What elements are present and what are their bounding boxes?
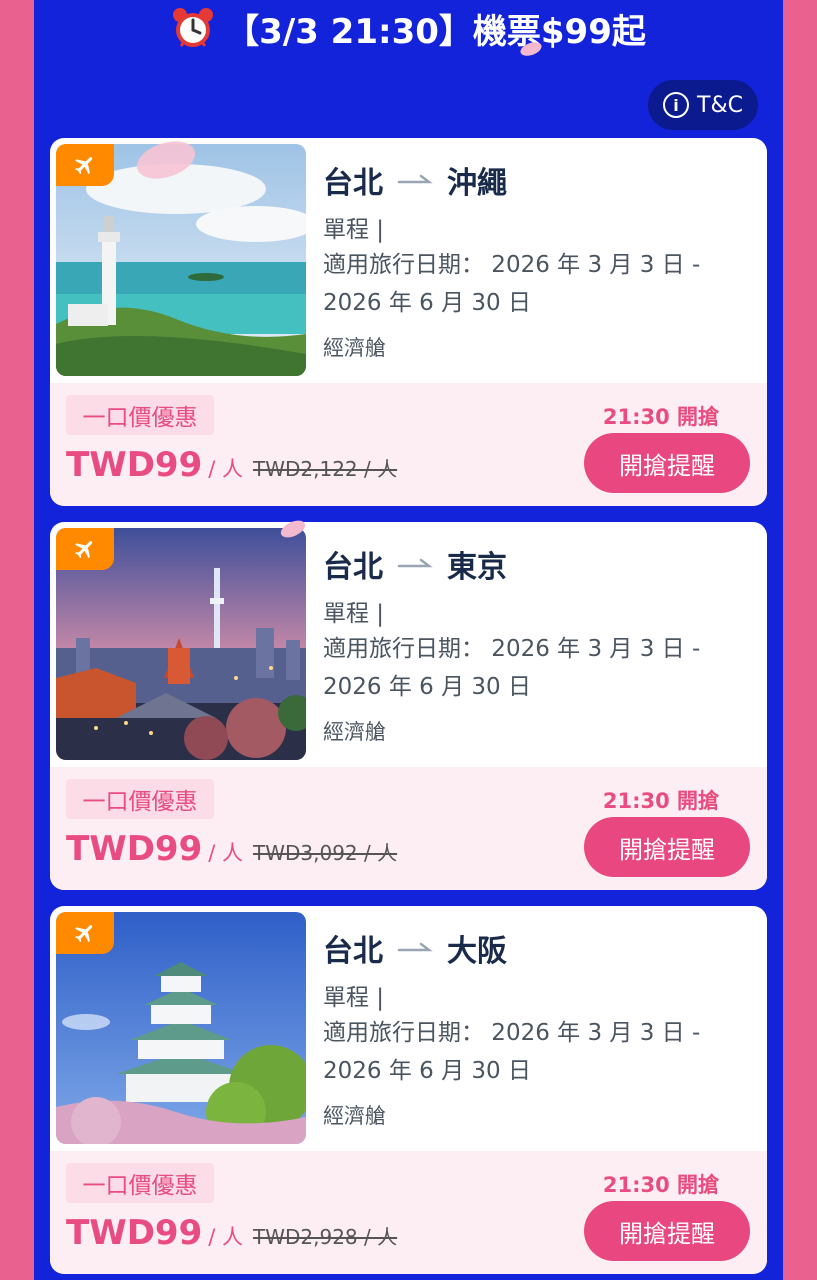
sale-time: 21:30 開搶	[602, 405, 719, 429]
deal-tag: 一口價優惠	[66, 1163, 214, 1203]
plane-icon	[56, 528, 114, 570]
cabin-class: 經濟艙	[323, 336, 386, 360]
flight-card-okinawa[interactable]: 台北 沖繩 單程 | 適用旅行日期： 2026 年 3 月 3 日 - 2026…	[50, 138, 767, 506]
petal-decoration	[136, 141, 196, 179]
flight-card-tokyo[interactable]: 台北 東京 單程 | 適用旅行日期： 2026 年 3 月 3 日 - 2026…	[50, 522, 767, 890]
sale-price: TWD99	[66, 1213, 203, 1253]
price-section: 一口價優惠 TWD99 / 人 TWD3,092 / 人 21:30 開搶 開搶…	[50, 767, 767, 890]
origin-city: 台北	[323, 550, 383, 585]
cabin-class: 經濟艙	[323, 720, 386, 744]
sale-price: TWD99	[66, 445, 203, 485]
route-arrow-icon	[397, 558, 433, 568]
origin-city: 台北	[323, 166, 383, 201]
original-price: TWD3,092 / 人	[253, 841, 398, 865]
terms-label: T&C	[697, 92, 743, 118]
route: 台北 沖繩	[323, 158, 507, 202]
route-arrow-icon	[397, 942, 433, 952]
destination-city: 沖繩	[447, 166, 507, 201]
sale-price: TWD99	[66, 829, 203, 869]
price-section: 一口價優惠 TWD99 / 人 TWD2,122 / 人 21:30 開搶 開搶…	[50, 383, 767, 506]
price-unit: / 人	[208, 457, 243, 481]
price-section: 一口價優惠 TWD99 / 人 TWD2,928 / 人 21:30 開搶 開搶…	[50, 1151, 767, 1274]
info-icon: i	[663, 92, 690, 118]
plane-icon	[56, 912, 114, 954]
origin-city: 台北	[323, 934, 383, 969]
plane-icon	[56, 144, 114, 186]
route-arrow-icon	[397, 174, 433, 184]
travel-dates: 適用旅行日期： 2026 年 3 月 3 日 - 2026 年 6 月 30 日	[323, 252, 701, 316]
flight-card-osaka[interactable]: 台北 大阪 單程 | 適用旅行日期： 2026 年 3 月 3 日 - 2026…	[50, 906, 767, 1274]
trip-type: 單程 |	[323, 601, 385, 627]
sale-time: 21:30 開搶	[602, 1173, 719, 1197]
page-header: 【3/3 21:30】機票$99起	[34, 0, 783, 56]
route: 台北 東京	[323, 542, 507, 586]
alarm-clock-icon	[173, 8, 214, 47]
promo-panel: 【3/3 21:30】機票$99起 i T&C 台北 沖繩 單程 | 適用旅行日…	[34, 0, 783, 1280]
terms-button[interactable]: i T&C	[648, 80, 758, 130]
remind-button[interactable]: 開搶提醒	[584, 1201, 750, 1261]
remind-button[interactable]: 開搶提醒	[584, 817, 750, 877]
price-unit: / 人	[208, 1225, 243, 1249]
deal-tag: 一口價優惠	[66, 395, 214, 435]
trip-type: 單程 |	[323, 217, 385, 243]
sale-time: 21:30 開搶	[602, 789, 719, 813]
original-price: TWD2,122 / 人	[253, 457, 398, 481]
deal-tag: 一口價優惠	[66, 779, 214, 819]
price: TWD99 / 人 TWD2,122 / 人	[66, 445, 397, 485]
price-unit: / 人	[208, 841, 243, 865]
travel-dates: 適用旅行日期： 2026 年 3 月 3 日 - 2026 年 6 月 30 日	[323, 636, 701, 700]
petal-decoration	[520, 42, 542, 56]
trip-type: 單程 |	[323, 985, 385, 1011]
remind-button[interactable]: 開搶提醒	[584, 433, 750, 493]
page-title: 【3/3 21:30】機票$99起	[225, 11, 646, 52]
price: TWD99 / 人 TWD2,928 / 人	[66, 1213, 397, 1253]
cabin-class: 經濟艙	[323, 1104, 386, 1128]
travel-dates: 適用旅行日期： 2026 年 3 月 3 日 - 2026 年 6 月 30 日	[323, 1020, 701, 1084]
route: 台北 大阪	[323, 926, 507, 970]
price: TWD99 / 人 TWD3,092 / 人	[66, 829, 397, 869]
original-price: TWD2,928 / 人	[253, 1225, 398, 1249]
destination-city: 東京	[447, 550, 507, 585]
petal-decoration	[280, 520, 306, 538]
destination-city: 大阪	[447, 934, 507, 969]
